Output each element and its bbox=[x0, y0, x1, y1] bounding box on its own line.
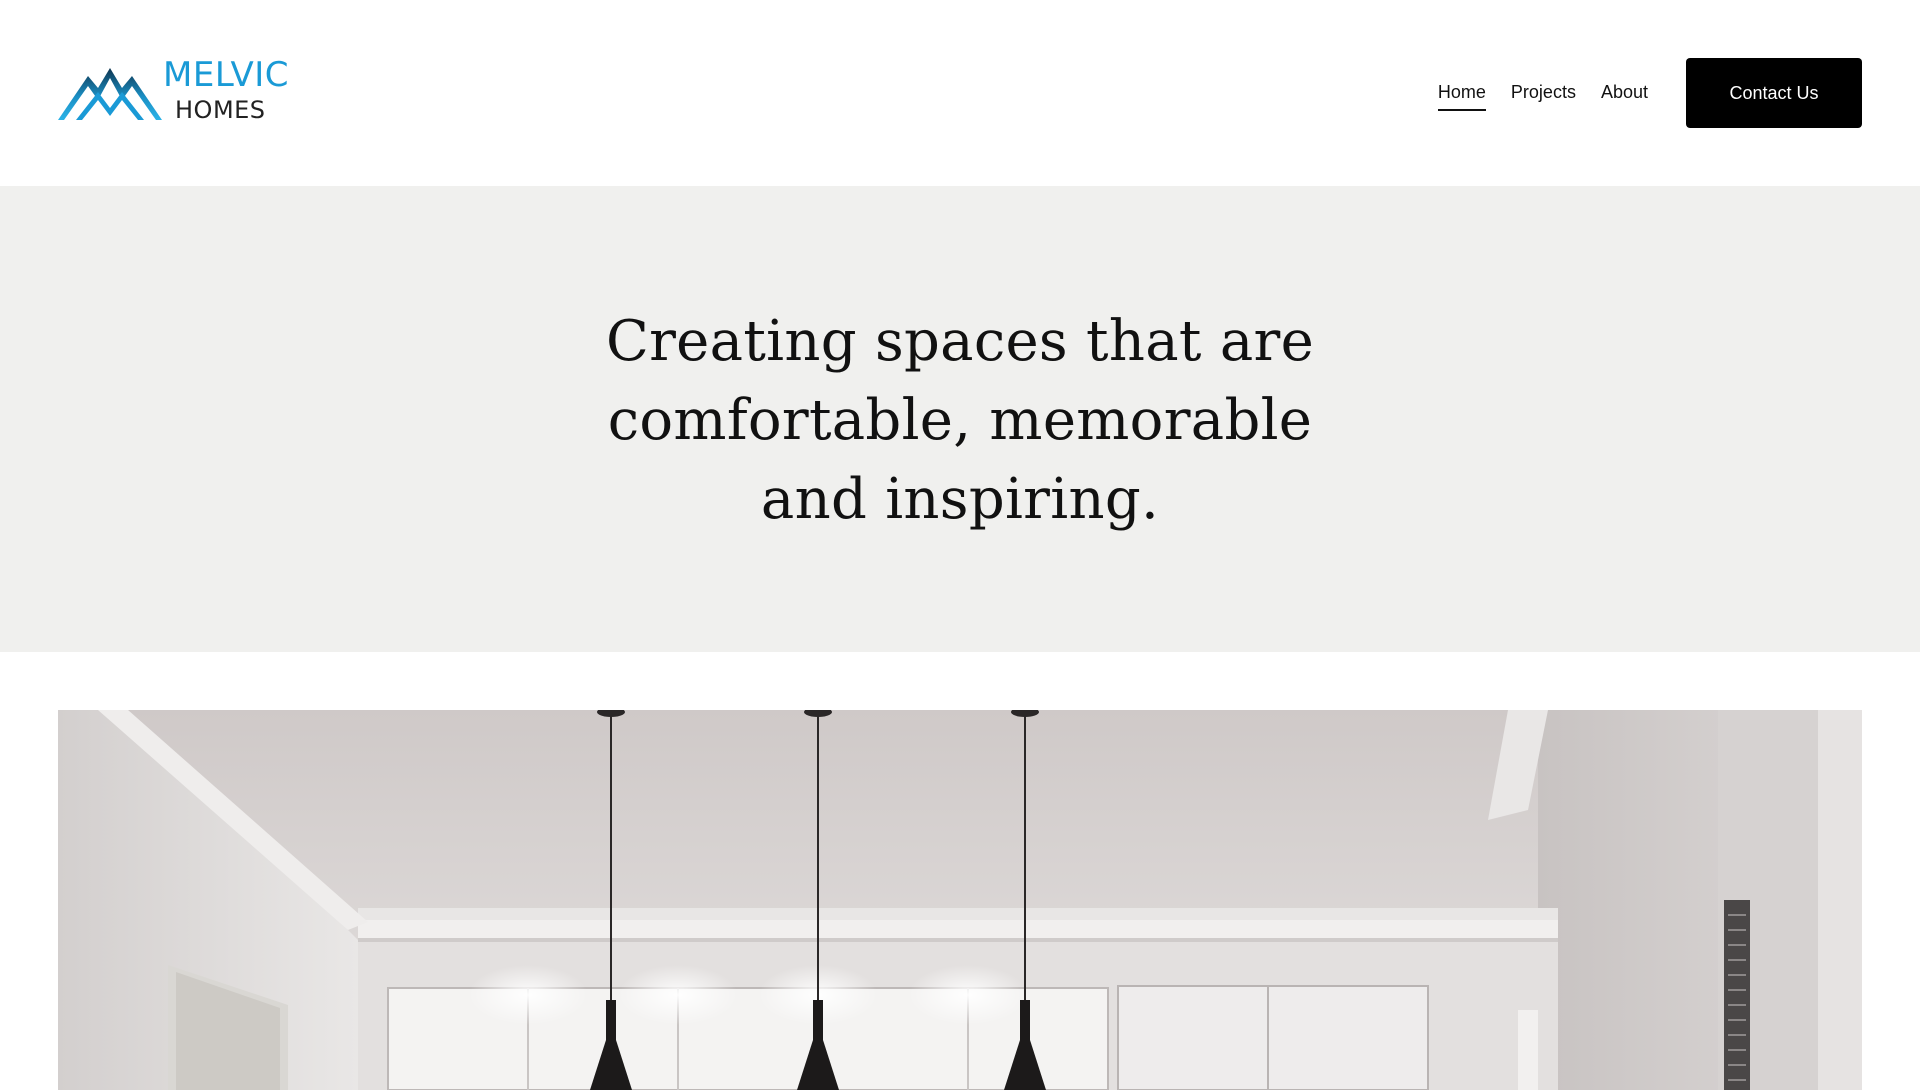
nav-about[interactable]: About bbox=[1601, 80, 1648, 111]
hero-section: Creating spaces that are comfortable, me… bbox=[0, 186, 1920, 652]
hero-title: Creating spaces that are comfortable, me… bbox=[605, 309, 1315, 532]
mountain-logo-icon bbox=[58, 68, 162, 120]
site-header: MELVIC HOMES Home Projects About Contact… bbox=[0, 0, 1920, 186]
brand-logo[interactable]: MELVIC HOMES bbox=[58, 55, 290, 128]
interior-illustration bbox=[58, 710, 1862, 1090]
nav-projects[interactable]: Projects bbox=[1511, 80, 1576, 111]
brand-name-line2: HOMES bbox=[175, 96, 266, 124]
contact-us-button[interactable]: Contact Us bbox=[1686, 58, 1862, 128]
brand-name-line1: MELVIC bbox=[163, 55, 290, 95]
interior-feature-image bbox=[58, 710, 1862, 1090]
main-nav: Home Projects About bbox=[1437, 80, 1648, 111]
nav-home[interactable]: Home bbox=[1437, 80, 1486, 111]
